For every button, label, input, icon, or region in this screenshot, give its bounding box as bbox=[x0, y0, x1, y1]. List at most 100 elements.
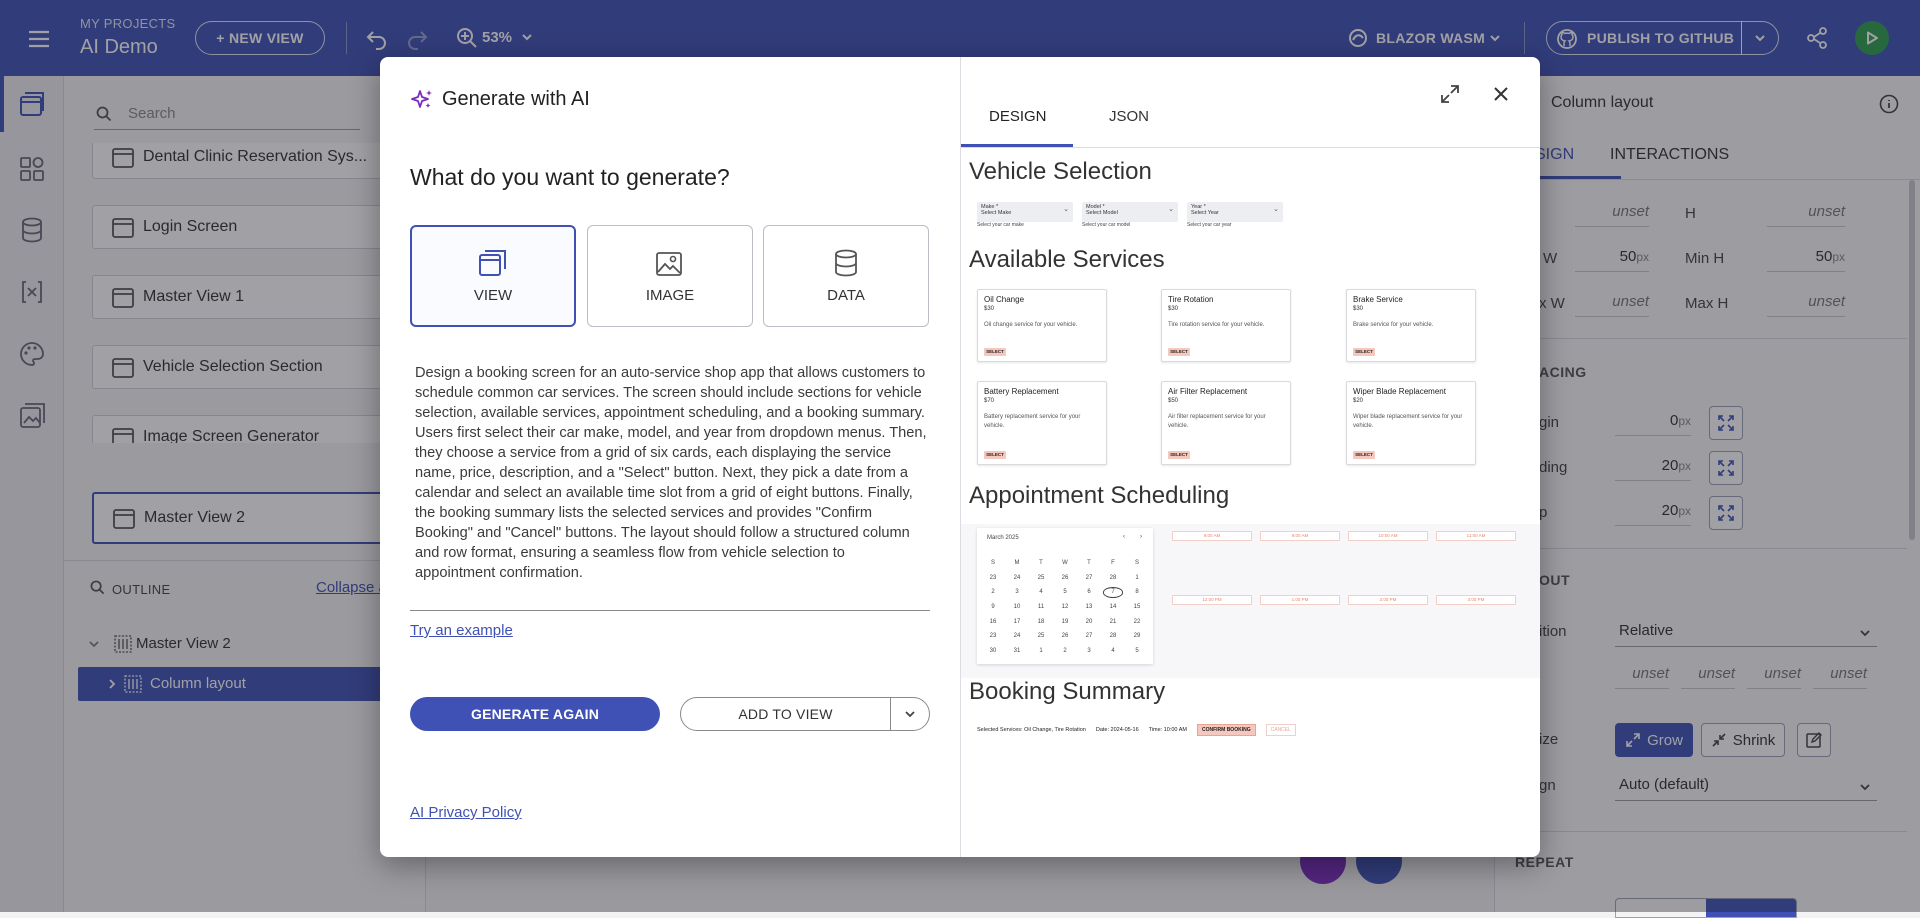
day: 21 bbox=[1109, 618, 1117, 625]
day: 29 bbox=[1133, 633, 1141, 640]
dropdown-value: Select Model bbox=[1086, 210, 1118, 216]
day: 23 bbox=[989, 633, 997, 640]
time-slot: 12:00 PM bbox=[1172, 595, 1252, 605]
view-icon bbox=[479, 249, 506, 276]
tab-json[interactable]: JSON bbox=[1109, 108, 1149, 125]
weekday: W bbox=[1062, 560, 1068, 567]
time-slot: 2:00 PM bbox=[1348, 595, 1428, 605]
service-desc: Tire rotation service for your vehicle. bbox=[1168, 322, 1265, 328]
service-price: $30 bbox=[984, 306, 995, 312]
time-slot: 10:00 AM bbox=[1348, 531, 1428, 541]
dropdown-value: Select Year bbox=[1191, 210, 1219, 216]
week-row: 16 17 18 19 20 21 22 bbox=[981, 614, 1149, 629]
dropdown-help: Select your car year bbox=[1187, 222, 1232, 228]
service-name: Wiper Blade Replacement bbox=[1353, 387, 1446, 396]
weekday: T bbox=[1087, 560, 1091, 567]
service-card: Battery Replacement $70 Battery replacemen… bbox=[977, 381, 1107, 465]
day: 10 bbox=[1013, 604, 1021, 611]
generate-again-button[interactable]: GENERATE AGAIN bbox=[410, 697, 660, 731]
sparkle-icon bbox=[411, 90, 432, 108]
type-view-label: VIEW bbox=[473, 286, 513, 304]
service-card: Tire Rotation $30 Tire rotation service fo… bbox=[1161, 289, 1291, 362]
service-desc: Brake service for your vehicle. bbox=[1353, 322, 1434, 328]
day: 28 bbox=[1109, 633, 1117, 640]
time-slot: 9:00 AM bbox=[1260, 531, 1340, 541]
dialog-title: Generate with AI bbox=[442, 88, 590, 110]
select-button: SELECT bbox=[1168, 451, 1190, 459]
day: 25 bbox=[1037, 633, 1045, 640]
day: 18 bbox=[1037, 618, 1045, 625]
day: 24 bbox=[1013, 574, 1021, 581]
chevron-down-icon: ⌄ bbox=[1273, 206, 1279, 213]
day: 14 bbox=[1109, 604, 1117, 611]
week-row: 30 31 1 2 3 4 5 bbox=[981, 644, 1149, 659]
select-button: SELECT bbox=[1168, 348, 1190, 356]
service-desc: Battery replacement service for your veh… bbox=[984, 414, 1081, 429]
prompt-textarea[interactable]: Design a booking screen for an auto-serv… bbox=[415, 363, 927, 583]
summary-heading: Booking Summary bbox=[969, 678, 1166, 705]
preview-canvas: Vehicle Selection Make * Select Make ⌄ Sel… bbox=[961, 148, 1540, 857]
day: 9 bbox=[991, 604, 995, 611]
week-row: 2 3 4 5 6 7 8 bbox=[981, 585, 1149, 600]
tab-design[interactable]: DESIGN bbox=[989, 108, 1047, 125]
vehicle-heading: Vehicle Selection bbox=[969, 158, 1152, 185]
appointment-heading: Appointment Scheduling bbox=[969, 482, 1230, 509]
service-price: $70 bbox=[984, 398, 995, 404]
weekday: M bbox=[1014, 560, 1020, 567]
day: 27 bbox=[1085, 574, 1093, 581]
week-row: 23 24 25 26 27 28 1 bbox=[981, 571, 1149, 586]
service-price: $30 bbox=[1353, 306, 1364, 312]
close-icon[interactable] bbox=[1493, 86, 1509, 102]
make-dropdown: Make * Select Make ⌄ Select your car make bbox=[977, 202, 1073, 228]
database-icon bbox=[835, 249, 857, 276]
week-row: 9 10 11 12 13 14 15 bbox=[981, 600, 1149, 615]
service-name: Air Filter Replacement bbox=[1168, 387, 1248, 396]
weekday: S bbox=[1134, 560, 1139, 567]
day: 31 bbox=[1013, 647, 1021, 654]
select-button: SELECT bbox=[984, 451, 1006, 459]
day: 25 bbox=[1037, 574, 1045, 581]
type-data-card[interactable]: DATA bbox=[763, 225, 929, 327]
summary-date: Date: 2024-05-16 bbox=[1095, 727, 1139, 733]
day: 4 bbox=[1039, 589, 1043, 596]
fullscreen-icon[interactable] bbox=[1440, 84, 1460, 104]
service-card: Wiper Blade Replacement $20 Wiper blade re… bbox=[1346, 381, 1476, 465]
day: 6 bbox=[1087, 589, 1091, 596]
day: 30 bbox=[989, 647, 997, 654]
day: 11 bbox=[1037, 604, 1045, 611]
dropdown-box: Year * Select Year ⌄ bbox=[1187, 202, 1283, 222]
service-card: Brake Service $30 Brake service for your v… bbox=[1346, 289, 1476, 362]
dropdown-value: Select Make bbox=[981, 210, 1012, 216]
summary-row: Selected Services: Oil Change, Tire Rota… bbox=[977, 724, 1296, 736]
day: 5 bbox=[1063, 589, 1067, 596]
day: 26 bbox=[1061, 574, 1069, 581]
chevron-down-icon: ⌄ bbox=[1168, 206, 1174, 213]
dropdown-box: Model * Select Model ⌄ bbox=[1082, 202, 1178, 222]
preview-pane: DESIGN JSON Vehicle Selection Make * Sele… bbox=[960, 57, 1540, 857]
weekday: F bbox=[1111, 560, 1115, 567]
add-options-button[interactable] bbox=[891, 698, 929, 730]
day: 3 bbox=[1087, 647, 1091, 654]
select-button: SELECT bbox=[984, 348, 1006, 356]
day: 3 bbox=[1015, 589, 1019, 596]
time-slot: 11:00 AM bbox=[1436, 531, 1516, 541]
type-view-card[interactable]: VIEW bbox=[410, 225, 576, 327]
service-name: Tire Rotation bbox=[1168, 295, 1214, 304]
type-image-card[interactable]: IMAGE bbox=[587, 225, 753, 327]
day: 1 bbox=[1039, 647, 1043, 654]
service-name: Oil Change bbox=[984, 295, 1025, 304]
summary-services: Selected Services: Oil Change, Tire Rota… bbox=[977, 727, 1086, 733]
add-to-view-button[interactable]: ADD TO VIEW bbox=[681, 698, 890, 730]
try-example-link[interactable]: Try an example bbox=[410, 622, 513, 639]
calendar-month: March 2025 bbox=[987, 535, 1019, 541]
weekday-row: SMTWTFS bbox=[981, 556, 1149, 571]
textarea-underline bbox=[410, 610, 930, 611]
day: 28 bbox=[1109, 574, 1117, 581]
day-today: 7 bbox=[1101, 585, 1125, 600]
weekday: T bbox=[1039, 560, 1043, 567]
privacy-policy-link[interactable]: AI Privacy Policy bbox=[410, 804, 522, 821]
day: 23 bbox=[989, 574, 997, 581]
calendar-grid: SMTWTFS 23 24 25 26 27 28 1 2345678 9 10 11 12 13 1… bbox=[981, 556, 1149, 658]
type-data-label: DATA bbox=[827, 286, 865, 304]
calendar-prev-icon: ‹ bbox=[1123, 534, 1125, 540]
